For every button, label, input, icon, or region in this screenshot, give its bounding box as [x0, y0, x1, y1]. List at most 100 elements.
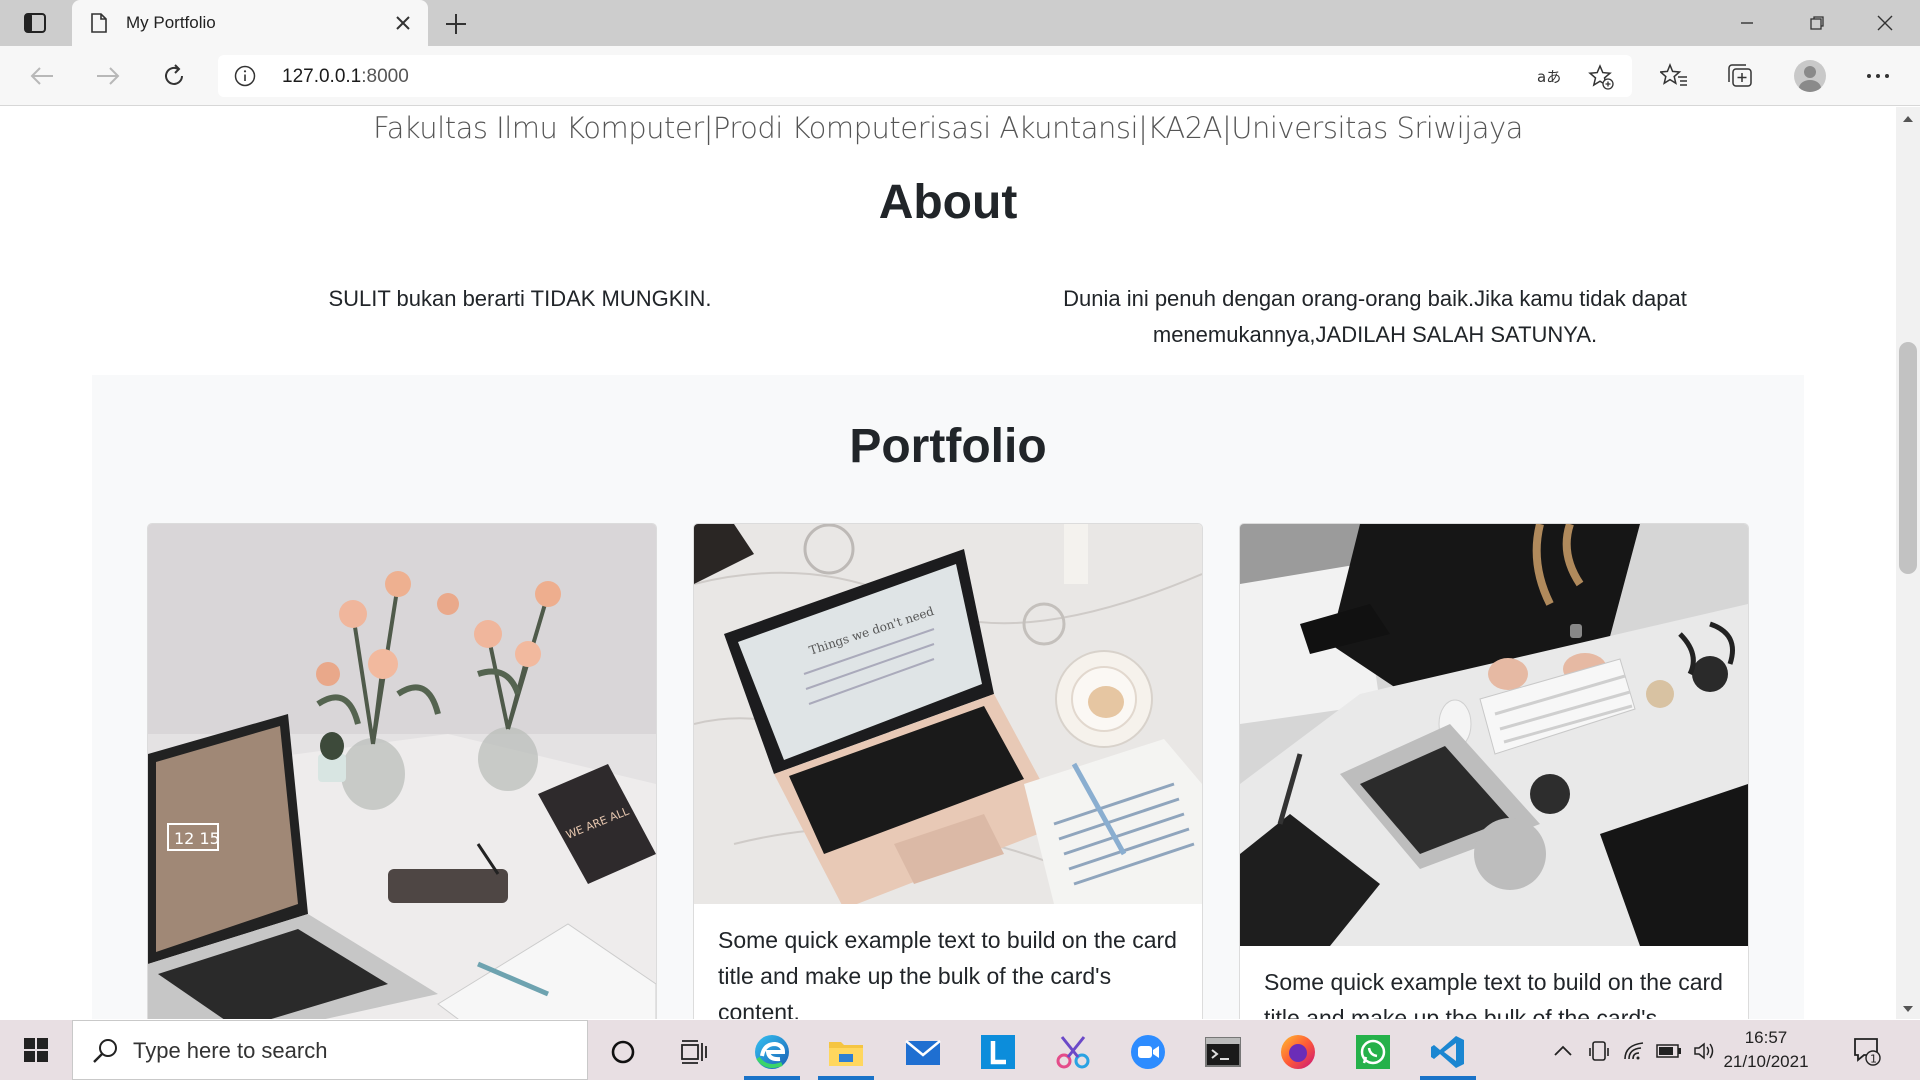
zoom-icon: [1131, 1035, 1165, 1069]
svg-text:aあ: aあ: [1537, 68, 1561, 86]
refresh-button[interactable]: [158, 60, 190, 92]
settings-menu-button[interactable]: [1862, 60, 1894, 92]
portfolio-section: Portfolio 12 15 WE ARE ALL Things we don…: [92, 375, 1804, 1019]
terminal-icon: [1205, 1037, 1241, 1067]
close-icon: [1877, 15, 1893, 31]
volume-tray-button[interactable]: [1692, 1038, 1718, 1064]
clock-time: 16:57: [1744, 1028, 1788, 1047]
scroll-down-button[interactable]: [1900, 1002, 1916, 1016]
info-icon[interactable]: [234, 65, 256, 87]
clock-date: 21/10/2021: [1723, 1052, 1809, 1071]
speaker-icon: [1694, 1042, 1714, 1060]
portfolio-card-2: Things we don't need Some quick example …: [693, 523, 1203, 1019]
active-tab[interactable]: My Portfolio: [72, 0, 428, 46]
search-icon: [93, 1039, 117, 1063]
collections-button[interactable]: [1724, 60, 1756, 92]
card-text: Some quick example text to build on the …: [1264, 969, 1723, 1019]
zoom-taskbar-button[interactable]: [1118, 1028, 1178, 1076]
mail-taskbar-button[interactable]: [893, 1028, 953, 1076]
folder-icon: [829, 1042, 863, 1066]
read-aloud-button[interactable]: aあ: [1536, 64, 1562, 90]
vscode-taskbar-button[interactable]: [1418, 1028, 1478, 1080]
show-hidden-icons-button[interactable]: [1550, 1038, 1576, 1064]
cortana-button[interactable]: [593, 1028, 653, 1076]
url-text: 127.0.0.1:8000: [282, 66, 409, 88]
scrollbar-thumb[interactable]: [1899, 342, 1917, 574]
device-tray-button[interactable]: [1586, 1038, 1612, 1064]
star-add-icon: [1588, 64, 1614, 90]
scroll-up-button[interactable]: [1900, 112, 1916, 126]
about-left-text: SULIT bukan berarti TIDAK MUNGKIN.: [328, 286, 712, 311]
firefox-icon: [1281, 1035, 1315, 1069]
start-button[interactable]: [12, 1030, 60, 1070]
wifi-tray-button[interactable]: [1622, 1038, 1648, 1064]
l-app-taskbar-button[interactable]: [968, 1028, 1028, 1076]
add-favorite-button[interactable]: [1588, 64, 1614, 90]
tab-actions-icon: [24, 13, 46, 33]
mail-icon: [905, 1040, 941, 1065]
screen: My Portfolio 127.0.0.1:8000 aあ Fakultas …: [0, 0, 1920, 1080]
browser-toolbar: 127.0.0.1:8000 aあ: [0, 46, 1920, 106]
edge-icon: [755, 1035, 789, 1069]
svg-text:12 15: 12 15: [174, 829, 220, 848]
collections-icon: [1728, 64, 1752, 87]
cortana-circle-icon: [611, 1040, 635, 1064]
close-tab-icon[interactable]: [392, 12, 414, 34]
action-center-button[interactable]: 1: [1852, 1036, 1882, 1066]
search-placeholder: Type here to search: [133, 1038, 328, 1063]
taskbar-search-box[interactable]: Type here to search: [72, 1020, 588, 1080]
file-explorer-taskbar-button[interactable]: [816, 1028, 876, 1080]
taskbar-clock[interactable]: 16:57 21/10/2021: [1716, 1026, 1816, 1074]
minimize-icon: [1741, 22, 1753, 24]
favorites-icon: [1660, 63, 1687, 86]
new-tab-icon[interactable]: [442, 10, 470, 38]
close-window-button[interactable]: [1862, 8, 1908, 38]
battery-tray-button[interactable]: [1656, 1038, 1682, 1064]
tab-actions-button[interactable]: [10, 8, 60, 38]
restore-button[interactable]: [1794, 8, 1840, 38]
caret-down-icon: [1903, 1006, 1913, 1012]
caret-up-icon: [1903, 116, 1913, 122]
chevron-up-icon: [1554, 1045, 1572, 1056]
l-app-icon: [981, 1035, 1015, 1069]
whatsapp-taskbar-button[interactable]: [1343, 1028, 1403, 1076]
page-icon: [91, 13, 107, 33]
task-view-icon: [681, 1040, 707, 1064]
favorites-button[interactable]: [1658, 60, 1690, 92]
arrow-left-icon: [30, 67, 53, 85]
arrow-right-icon: [97, 67, 120, 85]
terminal-taskbar-button[interactable]: [1193, 1028, 1253, 1076]
tab-title: My Portfolio: [126, 13, 216, 32]
back-button[interactable]: [26, 60, 58, 92]
about-right-text: Dunia ini penuh dengan orang-orang baik.…: [1063, 286, 1687, 347]
card-image-laptop-marble: Things we don't need: [694, 524, 1202, 904]
page-viewport: Fakultas Ilmu Komputer|Prodi Komputerisa…: [0, 107, 1896, 1019]
restore-icon: [1810, 16, 1824, 30]
vscode-icon: [1431, 1036, 1464, 1068]
url-host: 127.0.0.1: [282, 66, 362, 87]
minimize-button[interactable]: [1724, 8, 1770, 38]
about-heading: About: [878, 176, 1018, 229]
refresh-icon: [165, 64, 183, 85]
address-bar[interactable]: 127.0.0.1:8000 aあ: [218, 55, 1632, 97]
snip-sketch-taskbar-button[interactable]: [1043, 1028, 1103, 1076]
url-port: :8000: [361, 66, 409, 87]
wifi-icon: [1624, 1042, 1644, 1060]
device-icon: [1589, 1041, 1609, 1061]
windows-taskbar: Type here to search 16:57 21/10/2021 1: [0, 1020, 1920, 1080]
battery-icon: [1656, 1044, 1681, 1058]
whatsapp-icon: [1356, 1035, 1390, 1069]
portfolio-card-1: 12 15 WE ARE ALL: [147, 523, 657, 1019]
windows-logo-icon: [24, 1038, 48, 1062]
task-view-button[interactable]: [664, 1028, 724, 1076]
translate-icon: aあ: [1537, 68, 1561, 86]
firefox-taskbar-button[interactable]: [1268, 1028, 1328, 1076]
forward-button[interactable]: [92, 60, 124, 92]
more-icon: [1867, 74, 1889, 78]
portfolio-heading: Portfolio: [849, 420, 1047, 473]
profile-avatar[interactable]: [1794, 60, 1826, 92]
edge-taskbar-button[interactable]: [742, 1028, 802, 1080]
card-image-laptop-flowers: 12 15 WE ARE ALL: [148, 524, 656, 1019]
portfolio-card-3: Some quick example text to build on the …: [1239, 523, 1749, 1019]
browser-tab-bar: My Portfolio: [0, 0, 1920, 46]
